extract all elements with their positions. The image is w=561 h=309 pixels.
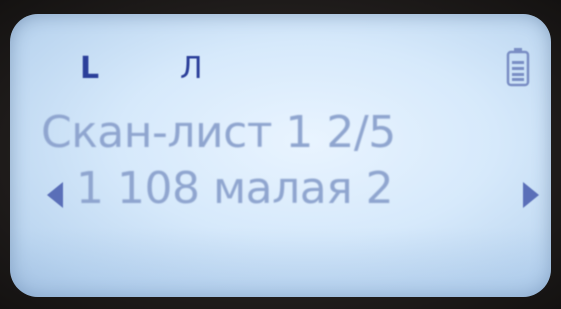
selection-value-line: 1 108 малая 2 — [76, 163, 394, 214]
battery-icon — [506, 48, 530, 87]
scan-sheet-line: Скан-лист 1 2/5 — [41, 107, 396, 158]
arrow-right-icon[interactable] — [523, 182, 539, 208]
pulse-mode-indicator: Л — [180, 51, 203, 86]
arrow-left-icon[interactable] — [47, 182, 63, 208]
lcd-screen: L Л Скан-лист 1 2/5 1 108 малая 2 — [10, 14, 551, 297]
mode-l-indicator: L — [80, 51, 100, 86]
